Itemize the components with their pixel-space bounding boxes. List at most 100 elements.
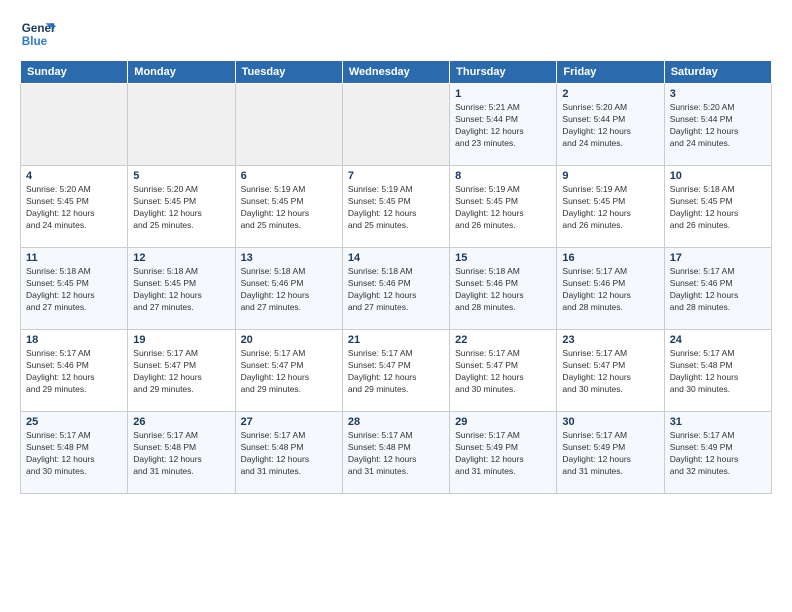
calendar-cell: 24 Sunrise: 5:17 AM Sunset: 5:48 PM Dayli… — [664, 330, 771, 412]
header-day-tuesday: Tuesday — [235, 61, 342, 84]
day-info: Sunrise: 5:17 AM Sunset: 5:46 PM Dayligh… — [562, 266, 658, 314]
day-info: Sunrise: 5:17 AM Sunset: 5:49 PM Dayligh… — [670, 430, 766, 478]
day-number: 17 — [670, 252, 766, 264]
calendar-cell: 13 Sunrise: 5:18 AM Sunset: 5:46 PM Dayli… — [235, 248, 342, 330]
calendar-cell: 7 Sunrise: 5:19 AM Sunset: 5:45 PM Daylig… — [342, 166, 449, 248]
calendar-cell: 2 Sunrise: 5:20 AM Sunset: 5:44 PM Daylig… — [557, 84, 664, 166]
day-number: 9 — [562, 170, 658, 182]
calendar-cell: 18 Sunrise: 5:17 AM Sunset: 5:46 PM Dayli… — [21, 330, 128, 412]
day-info: Sunrise: 5:18 AM Sunset: 5:46 PM Dayligh… — [455, 266, 551, 314]
day-info: Sunrise: 5:17 AM Sunset: 5:47 PM Dayligh… — [348, 348, 444, 396]
day-info: Sunrise: 5:19 AM Sunset: 5:45 PM Dayligh… — [241, 184, 337, 232]
day-number: 19 — [133, 334, 229, 346]
day-number: 12 — [133, 252, 229, 264]
day-info: Sunrise: 5:17 AM Sunset: 5:46 PM Dayligh… — [26, 348, 122, 396]
day-info: Sunrise: 5:17 AM Sunset: 5:47 PM Dayligh… — [562, 348, 658, 396]
day-info: Sunrise: 5:17 AM Sunset: 5:47 PM Dayligh… — [455, 348, 551, 396]
day-info: Sunrise: 5:18 AM Sunset: 5:46 PM Dayligh… — [348, 266, 444, 314]
day-number: 6 — [241, 170, 337, 182]
day-info: Sunrise: 5:18 AM Sunset: 5:46 PM Dayligh… — [241, 266, 337, 314]
day-number: 14 — [348, 252, 444, 264]
day-info: Sunrise: 5:17 AM Sunset: 5:49 PM Dayligh… — [455, 430, 551, 478]
calendar-week-2: 4 Sunrise: 5:20 AM Sunset: 5:45 PM Daylig… — [21, 166, 772, 248]
day-number: 24 — [670, 334, 766, 346]
day-info: Sunrise: 5:17 AM Sunset: 5:46 PM Dayligh… — [670, 266, 766, 314]
day-info: Sunrise: 5:17 AM Sunset: 5:48 PM Dayligh… — [133, 430, 229, 478]
logo-icon: General Blue — [20, 16, 56, 52]
day-number: 1 — [455, 88, 551, 100]
page-header: General Blue — [20, 16, 772, 52]
calendar-cell: 30 Sunrise: 5:17 AM Sunset: 5:49 PM Dayli… — [557, 412, 664, 494]
day-info: Sunrise: 5:17 AM Sunset: 5:49 PM Dayligh… — [562, 430, 658, 478]
header-day-wednesday: Wednesday — [342, 61, 449, 84]
day-number: 5 — [133, 170, 229, 182]
calendar-cell: 14 Sunrise: 5:18 AM Sunset: 5:46 PM Dayli… — [342, 248, 449, 330]
day-info: Sunrise: 5:17 AM Sunset: 5:48 PM Dayligh… — [670, 348, 766, 396]
day-number: 23 — [562, 334, 658, 346]
day-info: Sunrise: 5:19 AM Sunset: 5:45 PM Dayligh… — [455, 184, 551, 232]
header-day-friday: Friday — [557, 61, 664, 84]
day-number: 8 — [455, 170, 551, 182]
day-info: Sunrise: 5:17 AM Sunset: 5:48 PM Dayligh… — [26, 430, 122, 478]
calendar-cell: 28 Sunrise: 5:17 AM Sunset: 5:48 PM Dayli… — [342, 412, 449, 494]
calendar-cell: 21 Sunrise: 5:17 AM Sunset: 5:47 PM Dayli… — [342, 330, 449, 412]
calendar-week-3: 11 Sunrise: 5:18 AM Sunset: 5:45 PM Dayli… — [21, 248, 772, 330]
day-number: 28 — [348, 416, 444, 428]
calendar-cell: 29Sunrise: 5:17 AM Sunset: 5:49 PM Dayli… — [450, 412, 557, 494]
day-number: 7 — [348, 170, 444, 182]
calendar-cell: 27 Sunrise: 5:17 AM Sunset: 5:48 PM Dayli… — [235, 412, 342, 494]
calendar-cell: 10Sunrise: 5:18 AM Sunset: 5:45 PM Dayli… — [664, 166, 771, 248]
day-info: Sunrise: 5:18 AM Sunset: 5:45 PM Dayligh… — [26, 266, 122, 314]
calendar-week-1: 1Sunrise: 5:21 AM Sunset: 5:44 PM Daylig… — [21, 84, 772, 166]
header-day-monday: Monday — [128, 61, 235, 84]
day-number: 30 — [562, 416, 658, 428]
header-day-saturday: Saturday — [664, 61, 771, 84]
calendar-cell: 11 Sunrise: 5:18 AM Sunset: 5:45 PM Dayli… — [21, 248, 128, 330]
calendar-week-4: 18 Sunrise: 5:17 AM Sunset: 5:46 PM Dayli… — [21, 330, 772, 412]
calendar-cell: 4 Sunrise: 5:20 AM Sunset: 5:45 PM Daylig… — [21, 166, 128, 248]
calendar-cell: 3 Sunrise: 5:20 AM Sunset: 5:44 PM Daylig… — [664, 84, 771, 166]
day-number: 26 — [133, 416, 229, 428]
day-info: Sunrise: 5:18 AM Sunset: 5:45 PM Dayligh… — [133, 266, 229, 314]
calendar-table: SundayMondayTuesdayWednesdayThursdayFrid… — [20, 60, 772, 494]
day-number: 16 — [562, 252, 658, 264]
calendar-cell: 12 Sunrise: 5:18 AM Sunset: 5:45 PM Dayli… — [128, 248, 235, 330]
day-number: 15 — [455, 252, 551, 264]
day-number: 20 — [241, 334, 337, 346]
header-day-sunday: Sunday — [21, 61, 128, 84]
day-info: Sunrise: 5:17 AM Sunset: 5:48 PM Dayligh… — [348, 430, 444, 478]
calendar-cell: 19 Sunrise: 5:17 AM Sunset: 5:47 PM Dayli… — [128, 330, 235, 412]
day-number: 21 — [348, 334, 444, 346]
calendar-cell: 26 Sunrise: 5:17 AM Sunset: 5:48 PM Dayli… — [128, 412, 235, 494]
calendar-cell: 16 Sunrise: 5:17 AM Sunset: 5:46 PM Dayli… — [557, 248, 664, 330]
day-number: 13 — [241, 252, 337, 264]
day-number: 2 — [562, 88, 658, 100]
day-number: 18 — [26, 334, 122, 346]
calendar-cell: 1Sunrise: 5:21 AM Sunset: 5:44 PM Daylig… — [450, 84, 557, 166]
day-info: Sunrise: 5:18 AM Sunset: 5:45 PM Dayligh… — [670, 184, 766, 232]
day-info: Sunrise: 5:20 AM Sunset: 5:45 PM Dayligh… — [133, 184, 229, 232]
day-info: Sunrise: 5:19 AM Sunset: 5:45 PM Dayligh… — [348, 184, 444, 232]
day-info: Sunrise: 5:17 AM Sunset: 5:47 PM Dayligh… — [133, 348, 229, 396]
day-number: 11 — [26, 252, 122, 264]
calendar-cell: 31Sunrise: 5:17 AM Sunset: 5:49 PM Dayli… — [664, 412, 771, 494]
day-info: Sunrise: 5:20 AM Sunset: 5:44 PM Dayligh… — [562, 102, 658, 150]
day-number: 25 — [26, 416, 122, 428]
calendar-cell: 8 Sunrise: 5:19 AM Sunset: 5:45 PM Daylig… — [450, 166, 557, 248]
calendar-cell: 5 Sunrise: 5:20 AM Sunset: 5:45 PM Daylig… — [128, 166, 235, 248]
day-number: 27 — [241, 416, 337, 428]
calendar-cell: 17 Sunrise: 5:17 AM Sunset: 5:46 PM Dayli… — [664, 248, 771, 330]
day-info: Sunrise: 5:17 AM Sunset: 5:48 PM Dayligh… — [241, 430, 337, 478]
calendar-cell: 6 Sunrise: 5:19 AM Sunset: 5:45 PM Daylig… — [235, 166, 342, 248]
calendar-week-5: 25 Sunrise: 5:17 AM Sunset: 5:48 PM Dayli… — [21, 412, 772, 494]
calendar-cell — [128, 84, 235, 166]
day-info: Sunrise: 5:20 AM Sunset: 5:44 PM Dayligh… — [670, 102, 766, 150]
calendar-cell — [235, 84, 342, 166]
calendar-cell: 23 Sunrise: 5:17 AM Sunset: 5:47 PM Dayli… — [557, 330, 664, 412]
day-number: 3 — [670, 88, 766, 100]
day-number: 4 — [26, 170, 122, 182]
calendar-cell — [21, 84, 128, 166]
logo: General Blue — [20, 16, 62, 52]
day-info: Sunrise: 5:20 AM Sunset: 5:45 PM Dayligh… — [26, 184, 122, 232]
calendar-cell: 25 Sunrise: 5:17 AM Sunset: 5:48 PM Dayli… — [21, 412, 128, 494]
